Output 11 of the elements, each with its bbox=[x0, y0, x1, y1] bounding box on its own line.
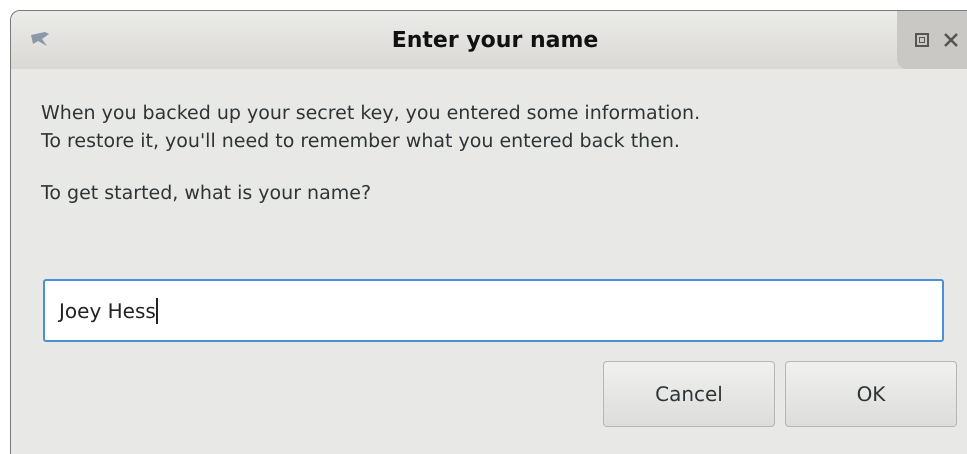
prompt-text: To get started, what is your name? bbox=[41, 181, 372, 206]
app-icon bbox=[29, 31, 51, 47]
text-cursor bbox=[156, 298, 158, 324]
close-icon[interactable] bbox=[943, 32, 959, 48]
dialog-button[interactable]: Cancel bbox=[603, 361, 775, 427]
message-text: When you backed up your secret key, you entered some information. bbox=[41, 101, 700, 126]
maximize-button[interactable] bbox=[915, 33, 929, 47]
dialog-button[interactable]: OK bbox=[785, 361, 957, 427]
name-field[interactable]: Joey Hess bbox=[43, 279, 944, 342]
message-text: To restore it, you'll need to remember what you entered back then. bbox=[41, 129, 680, 154]
window-title: Enter your name bbox=[392, 26, 598, 54]
